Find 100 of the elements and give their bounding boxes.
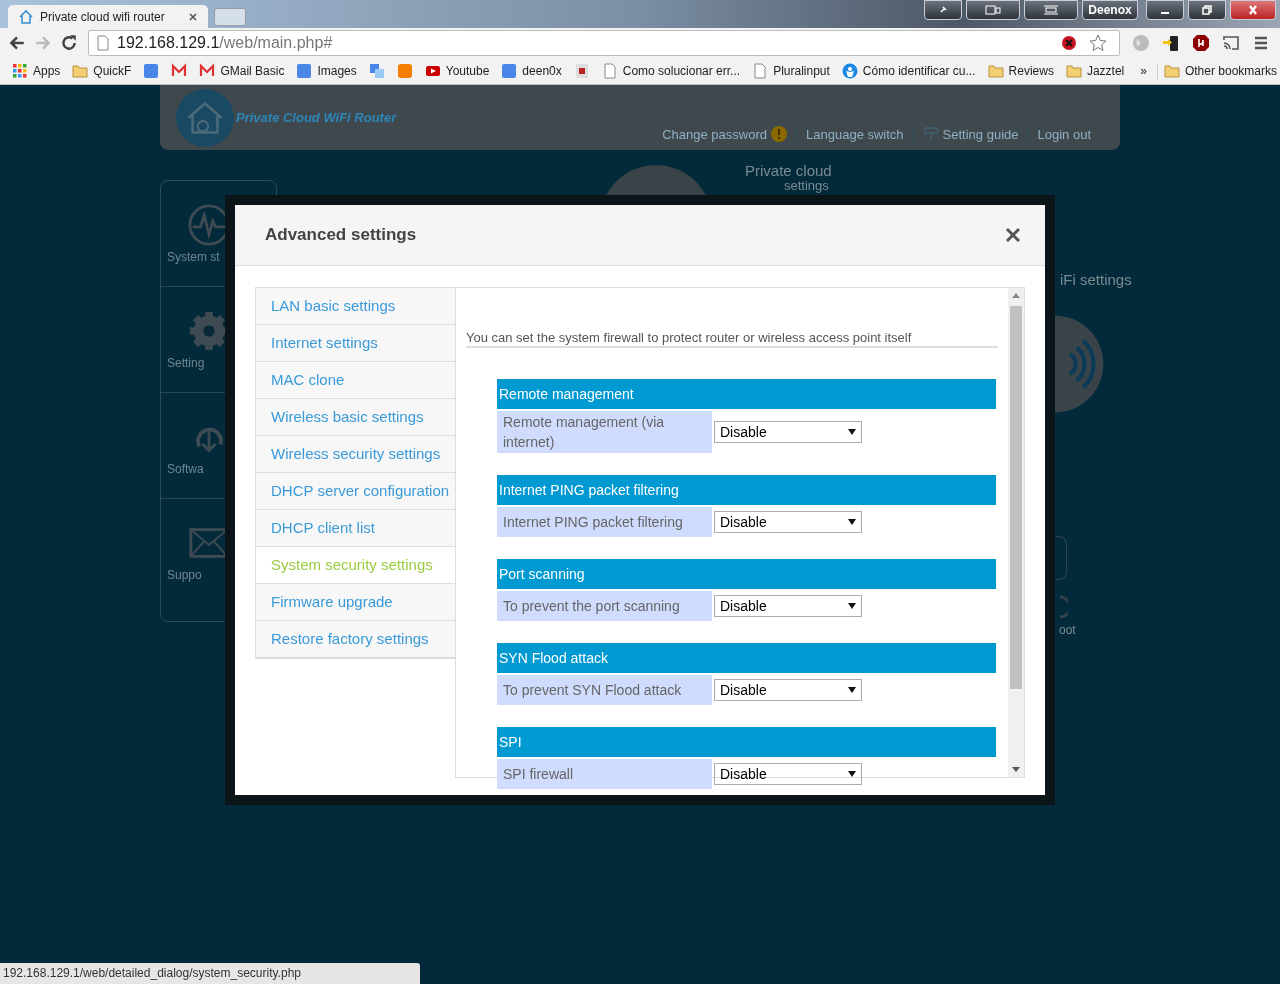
pin-icon bbox=[938, 5, 948, 15]
tile-label[interactable]: oot bbox=[1059, 623, 1076, 637]
setting-label: SPI firewall bbox=[497, 759, 712, 789]
square-icon bbox=[501, 62, 518, 79]
window-layout-button[interactable] bbox=[966, 0, 1020, 20]
document-icon[interactable] bbox=[573, 62, 590, 79]
folder-icon bbox=[987, 62, 1004, 79]
tile-label[interactable]: Private cloud bbox=[745, 162, 832, 179]
person-icon bbox=[841, 62, 858, 79]
translate-icon[interactable] bbox=[368, 62, 385, 79]
close-icon[interactable] bbox=[1005, 227, 1021, 243]
section-header: SYN Flood attack bbox=[497, 643, 996, 673]
caret-icon bbox=[848, 428, 856, 436]
tile-label[interactable]: iFi settings bbox=[1060, 271, 1132, 288]
menu-item[interactable]: Firmware upgrade bbox=[256, 584, 455, 621]
bookmark[interactable]: Jazztel bbox=[1059, 62, 1131, 79]
profile-button[interactable]: Deenox bbox=[1082, 0, 1138, 20]
description: You can set the system firewall to protect router or wireless access point itself bbox=[466, 330, 998, 348]
dropdown[interactable]: Disable bbox=[714, 511, 862, 533]
menu-item[interactable]: LAN basic settings bbox=[256, 288, 455, 325]
section-header: Port scanning bbox=[497, 559, 996, 589]
folder-icon bbox=[1163, 62, 1180, 79]
menu-item[interactable]: DHCP server configuration bbox=[256, 473, 455, 510]
window-icon bbox=[985, 2, 1001, 18]
caret-icon bbox=[848, 518, 856, 526]
cast-icon[interactable] bbox=[1222, 33, 1240, 52]
logo-text: Private Cloud WiFi Router bbox=[236, 110, 397, 125]
page-icon bbox=[752, 62, 769, 79]
bookmark[interactable]: Cómo identificar cu... bbox=[835, 62, 982, 79]
bookmark[interactable]: Images bbox=[290, 62, 363, 79]
nav-label[interactable]: Setting bbox=[161, 355, 205, 370]
window-icon bbox=[1043, 2, 1059, 18]
setting-label: To prevent SYN Flood attack bbox=[497, 675, 712, 705]
header-link[interactable]: Setting guide bbox=[942, 126, 1019, 142]
close-window-button[interactable] bbox=[1230, 0, 1276, 20]
menu-item[interactable]: Restore factory settings bbox=[256, 621, 455, 658]
shield-icon[interactable] bbox=[1192, 33, 1210, 52]
reload-icon[interactable] bbox=[60, 33, 78, 52]
section-header: SPI bbox=[497, 727, 996, 757]
dropdown[interactable]: Disable bbox=[714, 763, 862, 785]
bookmark[interactable]: Youtube bbox=[418, 62, 496, 79]
menu-item[interactable]: Wireless security settings bbox=[256, 436, 455, 473]
dropdown[interactable]: Disable bbox=[714, 595, 862, 617]
bookmark[interactable]: Reviews bbox=[981, 62, 1060, 79]
scroll-up-icon[interactable] bbox=[1012, 292, 1020, 300]
mail-icon[interactable] bbox=[171, 62, 188, 79]
tile-label[interactable]: settings bbox=[784, 178, 829, 193]
house-icon bbox=[18, 8, 34, 25]
nav-label[interactable]: Suppo bbox=[161, 567, 202, 582]
page-icon bbox=[95, 34, 111, 51]
square-icon[interactable] bbox=[143, 62, 160, 79]
menu-item[interactable]: MAC clone bbox=[256, 362, 455, 399]
close-icon bbox=[1248, 5, 1258, 15]
caret-icon bbox=[848, 602, 856, 610]
caret-icon bbox=[848, 686, 856, 694]
bookmark[interactable]: QuickF bbox=[66, 62, 138, 79]
bookmark[interactable]: Como solucionar err... bbox=[595, 62, 747, 79]
header-link[interactable]: Login out bbox=[1037, 126, 1091, 142]
star-icon[interactable] bbox=[1089, 33, 1107, 52]
menu-item[interactable]: DHCP client list bbox=[256, 510, 455, 547]
caret-icon bbox=[848, 770, 856, 778]
nav-label[interactable]: Softwa bbox=[161, 461, 204, 476]
scroll-thumb[interactable] bbox=[1010, 306, 1022, 689]
header-link[interactable]: Change password bbox=[662, 126, 767, 142]
restore-icon bbox=[1202, 5, 1212, 15]
bookmark[interactable]: Pluralinput bbox=[746, 62, 836, 79]
square-icon bbox=[296, 62, 313, 79]
nav-label[interactable]: System st bbox=[161, 249, 220, 264]
warning-icon bbox=[771, 126, 787, 142]
signpost-icon bbox=[922, 126, 939, 142]
dropdown[interactable]: Disable bbox=[714, 679, 862, 701]
window-layout-button[interactable] bbox=[1024, 0, 1078, 20]
pin-button[interactable] bbox=[924, 0, 962, 20]
folder-icon bbox=[1065, 62, 1082, 79]
folder-icon bbox=[72, 62, 89, 79]
menu-item[interactable]: Internet settings bbox=[256, 325, 455, 362]
bookmark[interactable]: Other bookmarks bbox=[1156, 62, 1280, 79]
setting-label: Internet PING packet filtering bbox=[497, 507, 712, 537]
scroll-down-icon[interactable] bbox=[1012, 765, 1020, 773]
more-bookmarks-button[interactable]: » bbox=[1130, 63, 1157, 78]
tile-outline bbox=[1056, 536, 1067, 580]
address-bar[interactable]: 192.168.129.1/web/main.php# bbox=[88, 29, 1120, 56]
grid-icon bbox=[12, 62, 28, 79]
blocked-icon[interactable] bbox=[1061, 34, 1077, 51]
browser-tab[interactable]: Private cloud wifi router bbox=[8, 5, 208, 28]
minimize-button[interactable] bbox=[1146, 0, 1184, 20]
phone-icon[interactable] bbox=[1162, 33, 1180, 52]
bookmark[interactable]: deen0x bbox=[495, 62, 568, 79]
section-header: Remote management bbox=[497, 379, 996, 409]
minimize-icon bbox=[1160, 12, 1170, 14]
setting-label: To prevent the port scanning bbox=[497, 591, 712, 621]
mail-icon bbox=[199, 62, 216, 79]
menu-item[interactable]: Wireless basic settings bbox=[256, 399, 455, 436]
restore-button[interactable] bbox=[1188, 0, 1226, 20]
dropdown[interactable]: Disable bbox=[714, 421, 862, 443]
bookmark[interactable]: GMail Basic bbox=[193, 62, 291, 79]
header-link[interactable]: Language switch bbox=[806, 126, 904, 142]
bookmark[interactable]: Apps bbox=[6, 62, 67, 79]
dialog-title: Advanced settings bbox=[265, 225, 417, 245]
close-icon[interactable] bbox=[188, 11, 198, 22]
